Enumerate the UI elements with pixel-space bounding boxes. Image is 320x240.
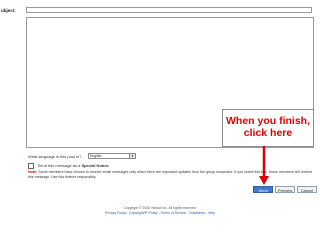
footer-links[interactable]: Privacy Policy - Copyright/IP Policy - T… [0, 211, 320, 215]
language-label: What language is this post in? [28, 154, 82, 159]
send-button[interactable]: Send [253, 186, 273, 193]
subject-label: ubject: [1, 8, 16, 13]
special-notice-label: Send this message as a Special Notice [38, 163, 109, 168]
language-select[interactable]: English ▼ [88, 152, 136, 159]
chevron-down-icon: ▼ [129, 153, 135, 158]
compose-window: ubject: When you finish, click here What… [0, 0, 320, 240]
special-notice-prefix: Send this message as a [37, 163, 82, 168]
callout-line-2: click here [243, 127, 293, 139]
special-notice-checkbox[interactable] [28, 163, 34, 169]
callout-line-1: When you finish, [226, 115, 310, 127]
arrow-down-icon [259, 146, 269, 185]
cancel-button[interactable]: Cancel [297, 186, 317, 193]
subject-input[interactable] [26, 7, 312, 13]
note-body: Some members have chosen to receive emai… [28, 170, 313, 179]
special-notice-row: Send this message as a Special Notice [28, 163, 109, 169]
preview-button[interactable]: Preview [275, 186, 295, 193]
footer-copyright: Copyright © 2006 Yahoo! Inc. All rights … [123, 206, 197, 210]
language-select-value: English [90, 153, 102, 158]
special-notice-emph: Special Notice [81, 163, 109, 168]
instruction-callout: When you finish, click here [222, 109, 314, 147]
note-text: Note: Some members have chosen to receiv… [28, 170, 314, 179]
note-label: Note: [28, 170, 38, 174]
